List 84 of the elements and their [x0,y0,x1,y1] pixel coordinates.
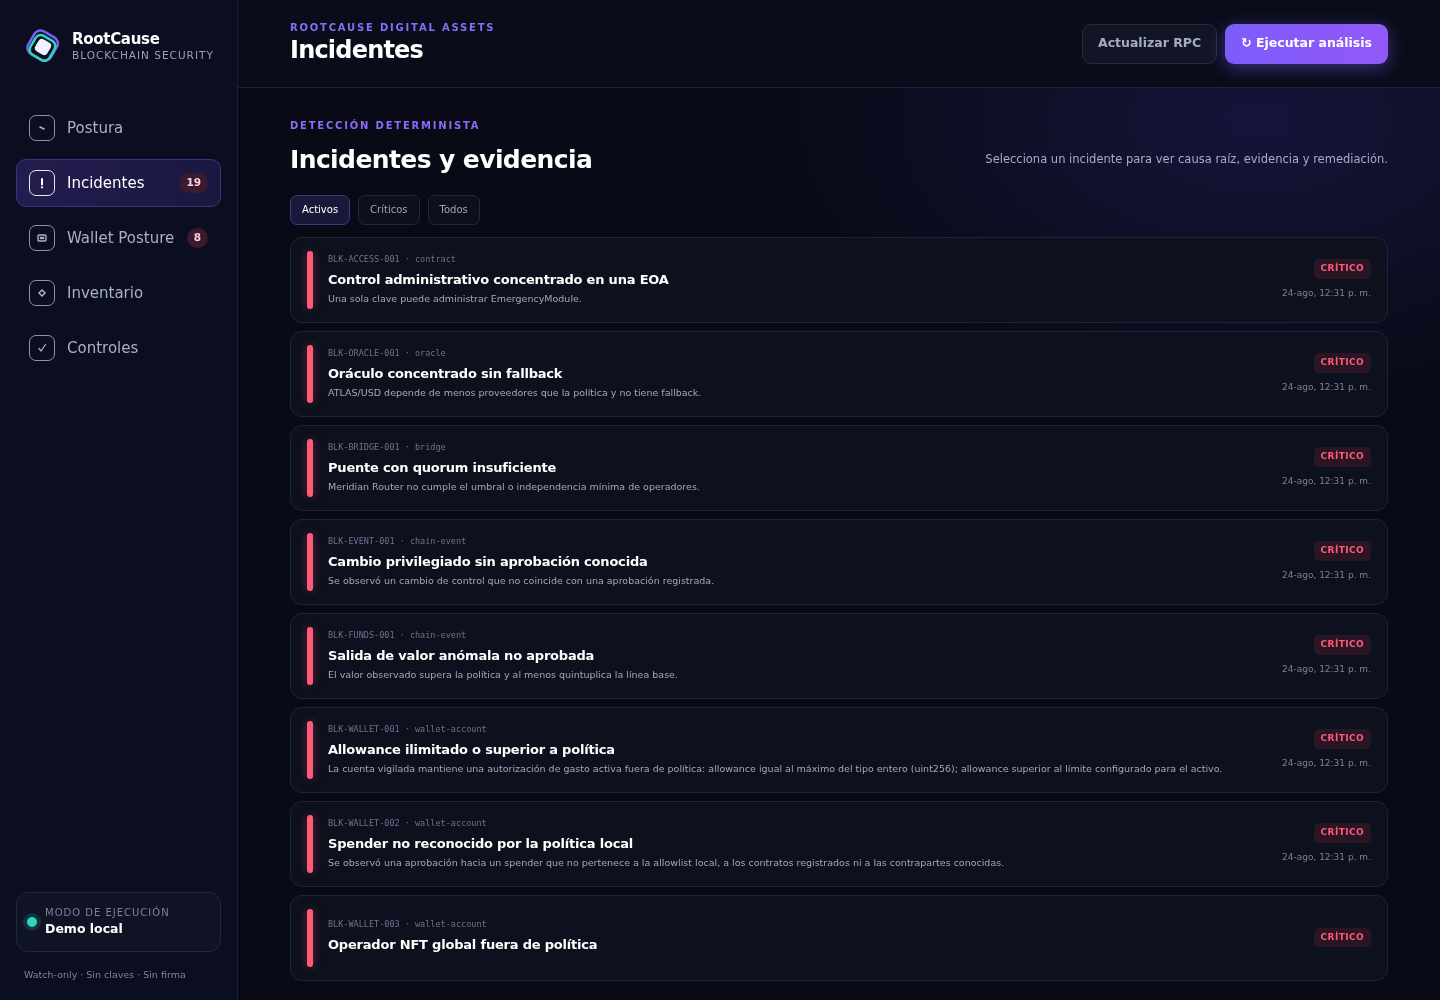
severity-bar [307,908,313,967]
incident-code: BLK-WALLET-001 · wallet-account [328,722,488,736]
incident-description: El valor observado supera la política y al menos quintuplica la línea base. [328,668,678,682]
nav-item[interactable]: Incidentes 19 [16,159,221,207]
nav-label: Postura [67,117,124,139]
incident-title: Control administrativo concentrado en una EOA [328,270,669,289]
count-badge: 8 [186,228,208,248]
incident-card[interactable]: BLK-ACCESS-001 · contract Control administrativo concentrado en una EOA Una sola clave puede administrar EmergencyModule. CRÍTICO 24-ago, 12:31 p. m. [290,236,1388,323]
severity-bar [307,626,313,685]
brand-tagline: BLOCKCHAIN SECURITY [72,48,214,64]
severity-bar [307,438,313,497]
brand-name: RootCause [72,30,161,49]
mode-value: Demo local [45,920,124,938]
incident-description: Se observó un cambio de control que no coincide con una aprobación registrada. [328,574,715,588]
incident-card[interactable] [290,800,1388,887]
nav-label: Wallet Posture [67,227,175,249]
run-analysis-button[interactable]: ↻ Ejecutar análisis [1225,23,1388,64]
incident-description: Una sola clave puede administrar EmergencyModule. [328,292,583,306]
severity-bar [307,344,313,403]
incident-time: 24-ago, 12:31 p. m. [1282,568,1371,582]
severity-bar [307,250,313,309]
incident-time: 24-ago, 12:31 p. m. [1282,380,1371,394]
refresh-button[interactable]: Actualizar RPC [1081,23,1218,64]
incident-title: Allowance ilimitado o superior a política [328,740,616,759]
incident-code: BLK-ORACLE-001 · oracle [328,346,447,360]
incident-description: ATLAS/USD depende de menos proveedores que la política y no tiene fallback. [328,386,702,400]
severity-tag: CRÍTICO [1313,729,1371,749]
section-eyebrow: DETECCIÓN DETERMINISTA [290,118,482,133]
severity-bar [307,720,313,779]
diamond-icon [36,287,48,299]
severity-tag: CRÍTICO [1313,635,1371,655]
incident-title: Operador NFT global fuera de política [328,935,598,954]
incident-code: BLK-EVENT-001 · chain-event [328,534,468,548]
footnote: Watch-only · Sin claves · Sin firma [23,967,187,982]
incident-time: 24-ago, 12:31 p. m. [1282,286,1371,300]
incident-code: BLK-FUNDS-001 · chain-event [328,628,468,642]
nav-label: Controles [67,337,139,359]
severity-tag: CRÍTICO [1313,447,1371,467]
severity-tag: CRÍTICO [1313,927,1371,948]
incident-card[interactable]: BLK-FUNDS-001 · chain-event Salida de valor anómala no aprobada El valor observado supera la política y al menos quintuplica la línea base. CRÍTICO 24-ago, 12:31 p. m. [290,612,1388,699]
nav-label: Incidentes [67,172,145,194]
incident-time: 24-ago, 12:31 p. m. [1282,662,1371,676]
incident-description: Se observó una aprobación hacia un spender que no pertenece a la allowlist local, a los contratos registrados ni a las contrapartes conocidas. [328,856,1005,870]
nav-item[interactable]: Controles [16,324,221,372]
incident-code: BLK-WALLET-003 · wallet-account [328,917,488,931]
filter-tab[interactable]: Todos [427,194,480,225]
count-badge: 19 [179,173,208,193]
incident-card[interactable]: BLK-WALLET-003 · wallet-account Operador NFT global fuera de política CRÍTICO [290,894,1388,981]
severity-bar [307,814,313,873]
mode-label: MODO DE EJECUCIÓN [45,905,170,920]
severity-tag: CRÍTICO [1313,541,1371,561]
filter-tab[interactable]: Críticos [358,194,420,225]
incident-description: Meridian Router no cumple el umbral o independencia mínima de operadores. [328,480,700,494]
incident-card[interactable]: BLK-ORACLE-001 · oracle Oráculo concentrado sin fallback ATLAS/USD depende de menos proveedores que la política y no tiene fallback. CRÍTICO 24-ago, 12:31 p. m. [290,330,1388,417]
nav-item[interactable]: Inventario [16,269,221,317]
square-icon [36,232,48,244]
incident-time: 24-ago, 12:31 p. m. [1282,756,1371,770]
filter-tab[interactable]: Activos [290,194,351,225]
nav-item[interactable]: Postura [16,104,221,152]
nav-item[interactable]: Wallet Posture 8 [16,214,221,262]
incident-card[interactable] [290,706,1388,793]
incident-card[interactable]: BLK-EVENT-001 · chain-event Cambio privilegiado sin aprobación conocida Se observó un cambio de control que no coincide con una aprobación registrada. CRÍTICO 24-ago, 12:31 p. m. [290,518,1388,605]
severity-bar [307,532,313,591]
incident-code: BLK-BRIDGE-001 · bridge [328,440,447,454]
header-eyebrow: ROOTCAUSE DIGITAL ASSETS [290,21,496,36]
incident-title: Spender no reconocido por la política local [328,834,634,853]
incident-title: Oráculo concentrado sin fallback [328,364,564,383]
incident-description: La cuenta vigilada mantiene una autorización de gasto activa fuera de política: allowance igual al máximo del tipo entero (uint256); allowance superior al límite configurado para el activo. [328,762,1223,776]
incident-time: 24-ago, 12:31 p. m. [1282,850,1371,864]
incident-title: Cambio privilegiado sin aprobación conocida [328,552,649,571]
incident-code: BLK-ACCESS-001 · contract [328,252,457,266]
incident-time: 24-ago, 12:31 p. m. [1282,474,1371,488]
incident-code: BLK-WALLET-002 · wallet-account [328,816,488,830]
nav-label: Inventario [67,282,144,304]
severity-tag: CRÍTICO [1313,823,1371,843]
severity-tag: CRÍTICO [1313,259,1371,279]
severity-tag: CRÍTICO [1313,353,1371,373]
section-title: Incidentes y evidencia [290,144,593,176]
incident-title: Salida de valor anómala no aprobada [328,646,596,665]
incident-card[interactable]: BLK-BRIDGE-001 · bridge Puente con quorum insuficiente Meridian Router no cumple el umbral o independencia mínima de operadores. CRÍTICO 24-ago, 12:31 p. m. [290,424,1388,511]
section-hint: Selecciona un incidente para ver causa raíz, evidencia y remediación. [985,151,1388,169]
check-icon [36,342,48,354]
incident-title: Puente con quorum insuficiente [328,458,558,477]
page-title: Incidentes [290,35,425,67]
